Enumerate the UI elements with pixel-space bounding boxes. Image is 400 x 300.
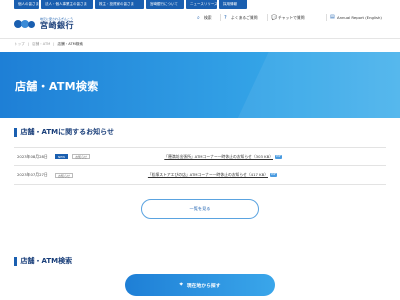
news-link-text: 「穂満坊出張所」ATMコーナー一時休止のお知らせ（303 KB） xyxy=(164,153,273,159)
question-icon: ? xyxy=(224,14,227,21)
page-title: 店舗・ATM検索 xyxy=(15,80,99,93)
breadcrumb: トップ | 店舗・ATM | 店舗・ATM検索 xyxy=(14,42,83,47)
tab-investors[interactable]: 株主・投資家の皆さま xyxy=(95,0,144,9)
pdf-icon: PDF xyxy=(270,173,277,177)
breadcrumb-parent[interactable]: 店舗・ATM xyxy=(32,42,50,47)
chat-icon: 💬 xyxy=(271,14,278,21)
news-date: 2023年07月27日 xyxy=(17,172,48,177)
list-item: 2023年07月27日 お知らせ 「松塚ストアエびの店」ATMコーナー一時休止の… xyxy=(14,166,386,185)
bank-logo[interactable]: 地元に愛されるぎんこう 宮崎銀行 xyxy=(14,17,74,30)
news-link[interactable]: 「松塚ストアエびの店」ATMコーナー一時休止のお知らせ（417 KB） PDF xyxy=(148,172,277,178)
tab-corporate[interactable]: 法人・個人事業主の皆さま xyxy=(41,0,93,9)
search-link[interactable]: ⌕ 検索 xyxy=(197,15,212,21)
tab-about[interactable]: 宮崎銀行について xyxy=(146,0,184,9)
tab-recruit[interactable]: 採用情報 xyxy=(219,0,247,9)
heading-bar xyxy=(14,127,17,137)
notice-section-title: 店舗・ATMに関するお知らせ xyxy=(14,127,114,137)
header-divider xyxy=(0,38,400,39)
news-list: 2023年08月28日 NEW お知らせ 「穂満坊出張所」ATMコーナー一時休止… xyxy=(14,147,386,185)
annual-report-label: Annual Report (English) xyxy=(337,15,382,20)
location-pin-icon: ⌖ xyxy=(179,281,183,288)
top-navigation-tabs: 個人の皆さま 法人・個人事業主の皆さま 株主・投資家の皆さま 宮崎銀行について … xyxy=(14,0,247,9)
site-header: 地元に愛されるぎんこう 宮崎銀行 xyxy=(0,9,400,38)
search-current-location-button[interactable]: ⌖ 現在地から探す xyxy=(125,274,275,296)
search-section-title: 店舗・ATM検索 xyxy=(14,256,72,266)
new-badge: NEW xyxy=(55,154,69,159)
notice-section-label: 店舗・ATMに関するお知らせ xyxy=(20,128,114,136)
tab-news-release[interactable]: ニュースリリース xyxy=(186,0,218,9)
locate-label: 現在地から探す xyxy=(186,283,221,289)
divider xyxy=(267,14,268,21)
document-icon: ▤ xyxy=(330,14,335,20)
breadcrumb-separator: | xyxy=(53,42,55,46)
news-date: 2023年08月28日 xyxy=(17,153,48,159)
logo-mark-icon xyxy=(14,18,36,30)
search-section-label: 店舗・ATM検索 xyxy=(20,257,73,265)
search-icon: ⌕ xyxy=(197,14,200,21)
news-link[interactable]: 「穂満坊出張所」ATMコーナー一時休止のお知らせ（303 KB） PDF xyxy=(164,154,282,160)
list-item: 2023年08月28日 NEW お知らせ 「穂満坊出張所」ATMコーナー一時休止… xyxy=(14,147,386,166)
divider xyxy=(326,14,327,21)
divider xyxy=(220,14,221,21)
logo-name: 宮崎銀行 xyxy=(40,20,74,30)
category-badge: お知らせ xyxy=(72,154,91,159)
search-label: 検索 xyxy=(204,15,212,20)
breadcrumb-separator: | xyxy=(27,42,29,46)
chat-label: チャットで質問 xyxy=(278,15,305,20)
faq-label: よくあるご質問 xyxy=(231,15,258,20)
annual-report-link[interactable]: ▤ Annual Report (English) xyxy=(330,14,382,21)
category-badge: お知らせ xyxy=(55,172,73,178)
heading-bar xyxy=(14,256,17,266)
breadcrumb-current: 店舗・ATM検索 xyxy=(57,42,83,46)
view-all-button[interactable]: 一覧を見る xyxy=(141,199,259,219)
faq-link[interactable]: ? よくあるご質問 xyxy=(224,15,258,21)
hero-decoration xyxy=(222,52,400,118)
pdf-icon: PDF xyxy=(275,154,282,159)
tab-personal[interactable]: 個人の皆さま xyxy=(14,0,39,9)
hero-banner: 店舗・ATM検索 xyxy=(0,52,400,118)
news-link-text: 「松塚ストアエびの店」ATMコーナー一時休止のお知らせ（417 KB） xyxy=(147,172,268,177)
breadcrumb-home[interactable]: トップ xyxy=(14,42,25,47)
chat-link[interactable]: 💬 チャットで質問 xyxy=(271,15,305,21)
